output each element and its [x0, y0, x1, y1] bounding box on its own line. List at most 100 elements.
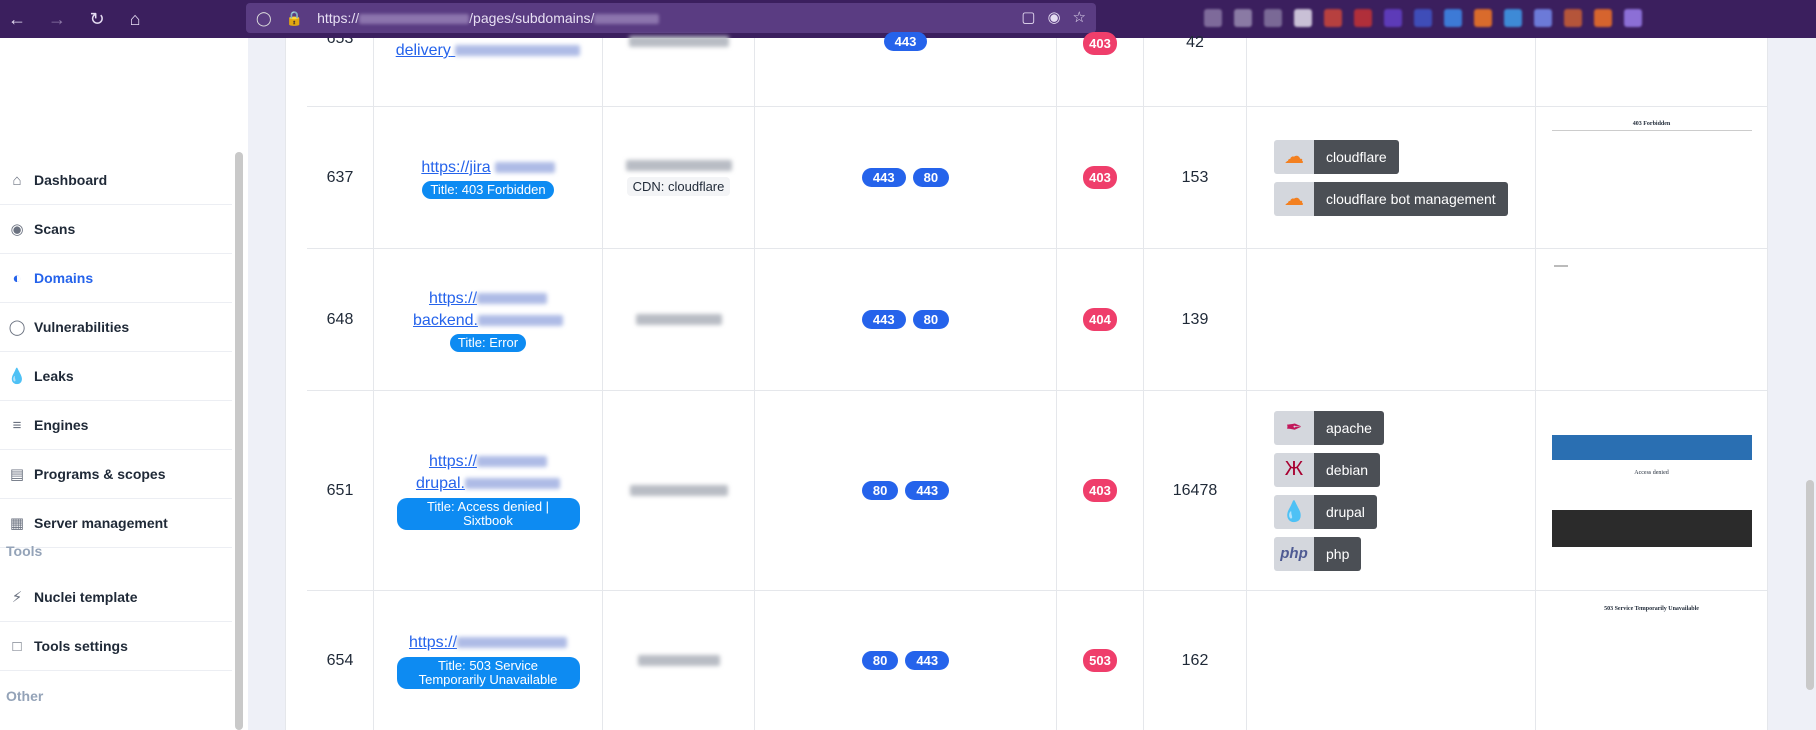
bookmark-star-icon[interactable]: ☆ [1073, 8, 1086, 26]
size-cell: 153 [1144, 107, 1247, 248]
thumbnail-text-line [1553, 265, 1568, 267]
extension-icon[interactable] [1504, 9, 1522, 27]
extension-icon[interactable] [1534, 9, 1552, 27]
size-cell: 42 [1144, 34, 1247, 106]
translate-icon[interactable]: ▢ [1021, 8, 1035, 26]
ip-cell: CDN: cloudflare [603, 107, 755, 248]
subdomain-link[interactable]: https://jira [421, 157, 555, 179]
sidebar-item-server-management[interactable]: ▦ Server management [0, 499, 232, 548]
extension-icon[interactable] [1384, 9, 1402, 27]
extension-icon[interactable] [1354, 9, 1372, 27]
port-badge: 80 [912, 168, 950, 187]
tech-badge: Ж debian [1274, 452, 1381, 487]
url-cell: delivery [374, 38, 603, 106]
port-badge: 443 [883, 32, 928, 51]
sidebar-item-domains[interactable]: ◐ Domains [0, 254, 232, 303]
subdomain-link[interactable]: https:// [409, 632, 568, 654]
size-cell: 139 [1144, 249, 1247, 390]
tech-cell [1247, 591, 1536, 730]
server-icon: ▦ [9, 515, 25, 532]
lock-icon[interactable]: 🔒 [286, 10, 303, 27]
book-icon: ▤ [9, 466, 25, 483]
screenshot-cell: Access denied [1536, 391, 1768, 590]
tech-badge: ☁ cloudflare [1274, 139, 1399, 174]
shield-icon[interactable]: ◯ [256, 10, 272, 27]
sidebar-item-label: Tools settings [34, 638, 128, 654]
extension-icon[interactable] [1204, 9, 1222, 27]
sidebar-item-dashboard[interactable]: ⌂ Dashboard [0, 156, 232, 205]
extension-icon[interactable] [1444, 9, 1462, 27]
screenshot-thumbnail[interactable]: Access denied [1551, 434, 1752, 547]
status-cell: 404 [1057, 249, 1144, 390]
cloudflare-icon: ☁ [1274, 139, 1314, 174]
row-id: 653 [307, 38, 374, 106]
thumbnail-divider [1551, 130, 1752, 131]
sidebar-item-scans[interactable]: ◉ Scans [0, 205, 232, 254]
tech-cell: ✒ apache Ж debian 💧 drupal php php [1247, 391, 1536, 590]
screenshot-thumbnail[interactable]: 403 Forbidden [1551, 121, 1752, 145]
table-row: 648 https://backend. Title: Error 443 80… [307, 249, 1768, 391]
ports-cell: 443 80 [755, 249, 1057, 390]
subdomain-link[interactable]: https://drupal. [416, 451, 560, 495]
port-badge: 80 [912, 310, 950, 329]
sidebar-item-vulnerabilities[interactable]: ◯ Vulnerabilities [0, 303, 232, 352]
sidebar-item-tools-settings[interactable]: □ Tools settings [0, 622, 232, 671]
sidebar-scrollbar[interactable] [235, 152, 243, 730]
sidebar-item-nuclei-template[interactable]: ⚡ Nuclei template [0, 573, 232, 622]
address-bar[interactable]: ◯ 🔒 https:// /pages/subdomains/ ▢ ◉ ☆ [246, 3, 1096, 33]
table-row: 653 delivery 443 403 42 [307, 32, 1768, 107]
extension-icon[interactable] [1474, 9, 1492, 27]
feather-icon: ✒ [1274, 410, 1314, 445]
table-row: 654 https:// Title: 503 Service Temporar… [307, 591, 1768, 730]
screenshot-thumbnail[interactable] [1551, 265, 1752, 275]
php-icon: php [1274, 536, 1314, 571]
subdomain-link[interactable]: https://backend. [413, 288, 563, 332]
port-badge: 443 [861, 168, 906, 187]
screenshot-cell [1536, 38, 1768, 106]
status-cell: 403 [1057, 391, 1144, 590]
home-icon[interactable]: ⌂ [124, 8, 146, 30]
status-cell: 403 [1057, 107, 1144, 248]
extension-icon[interactable] [1294, 9, 1312, 27]
forward-arrow-icon[interactable]: → [46, 8, 68, 30]
drupal-drop-icon: 💧 [1274, 494, 1314, 529]
page-scrollbar[interactable] [1806, 480, 1814, 690]
status-badge: 403 [1083, 166, 1117, 189]
page-title-badge: Title: 403 Forbidden [422, 180, 554, 199]
drop-icon: 💧 [7, 368, 27, 385]
back-arrow-icon[interactable]: ← [6, 8, 28, 30]
bug-icon[interactable]: ◉ [1047, 8, 1060, 26]
extension-icon[interactable] [1594, 9, 1612, 27]
sidebar-item-programs-scopes[interactable]: ▤ Programs & scopes [0, 450, 232, 499]
globe-icon: ◐ [12, 269, 22, 287]
status-badge: 403 [1083, 32, 1117, 55]
page-title-badge: Title: 503 Service Temporarily Unavailab… [396, 657, 580, 689]
extension-icon[interactable] [1324, 9, 1342, 27]
extension-icon[interactable] [1414, 9, 1432, 27]
screenshot-cell: 403 Forbidden [1536, 107, 1768, 248]
port-badge: 80 [861, 651, 899, 670]
extension-icon[interactable] [1264, 9, 1282, 27]
status-badge: 404 [1083, 308, 1117, 331]
reload-icon[interactable]: ↻ [86, 8, 108, 30]
extension-icon[interactable] [1564, 9, 1582, 27]
row-id: 637 [307, 107, 374, 248]
ports-cell: 443 80 [755, 107, 1057, 248]
url-cell: https://jira Title: 403 Forbidden [374, 107, 603, 248]
screenshot-thumbnail[interactable]: 503 Service Temporarily Unavailable [1551, 606, 1752, 620]
extension-icon[interactable] [1234, 9, 1252, 27]
port-badge: 80 [861, 481, 899, 500]
sidebar-item-label: Scans [34, 221, 76, 237]
url-text: https:// /pages/subdomains/ [317, 10, 660, 26]
extension-icon[interactable] [1624, 9, 1642, 27]
home-icon: ⌂ [12, 171, 22, 189]
eye-icon: ◉ [10, 221, 24, 238]
sidebar-item-label: Domains [34, 270, 94, 286]
row-id: 651 [307, 391, 374, 590]
tech-cell [1247, 249, 1536, 390]
subdomain-link[interactable]: delivery [396, 40, 581, 62]
sidebar-item-leaks[interactable]: 💧 Leaks [0, 352, 232, 401]
sidebar-item-engines[interactable]: ≡ Engines [0, 401, 232, 450]
sidebar-item-label: Nuclei template [34, 589, 138, 605]
redacted-host [359, 14, 470, 25]
